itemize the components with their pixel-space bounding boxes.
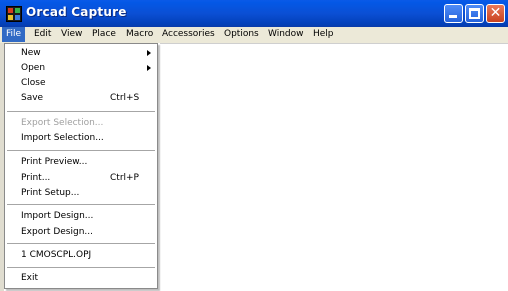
menu-place[interactable]: Place [88, 27, 120, 42]
menu-item-label: Export Selection... [21, 118, 104, 128]
close-button[interactable]: ✕ [486, 4, 505, 23]
menu-item-exit[interactable]: Exit [5, 271, 157, 286]
menu-item-label: Exit [21, 273, 39, 283]
menu-separator [7, 204, 155, 205]
close-icon: ✕ [489, 5, 502, 21]
menu-item-print-setup[interactable]: Print Setup... [5, 186, 157, 201]
menu-item-label: Close [21, 78, 46, 88]
menu-item-import-design[interactable]: Import Design... [5, 209, 157, 224]
menu-item-shortcut: Ctrl+P [110, 173, 139, 183]
menu-bar: File Edit View Place Macro Accessories O… [0, 27, 508, 43]
minimize-button[interactable] [444, 4, 463, 23]
menu-item-new[interactable]: New [5, 46, 157, 61]
menu-item-label: Import Selection... [21, 133, 104, 143]
submenu-arrow-icon [147, 50, 151, 56]
file-menu-dropdown: New Open Close Save Ctrl+S Export Select… [4, 43, 158, 289]
menu-item-label: Print Setup... [21, 188, 80, 198]
menu-item-shortcut: Ctrl+S [110, 93, 140, 103]
menu-item-export-selection: Export Selection... [5, 116, 157, 131]
menu-item-label: Open [21, 63, 46, 73]
submenu-arrow-icon [147, 65, 151, 71]
minimize-icon [449, 15, 457, 18]
app-icon[interactable] [6, 6, 22, 22]
maximize-button[interactable] [465, 4, 484, 23]
menu-item-open[interactable]: Open [5, 61, 157, 76]
menu-file[interactable]: File [2, 27, 26, 42]
menu-item-print-preview[interactable]: Print Preview... [5, 155, 157, 170]
menu-item-label: 1 CMOSCPL.OPJ [21, 250, 92, 260]
menu-item-label: Print Preview... [21, 157, 88, 167]
menu-separator [7, 111, 155, 112]
maximize-icon [469, 8, 480, 19]
menu-view[interactable]: View [57, 27, 86, 42]
menu-item-print[interactable]: Print... Ctrl+P [5, 171, 157, 186]
workspace-divider [160, 43, 508, 44]
menu-item-export-design[interactable]: Export Design... [5, 225, 157, 240]
menu-item-import-selection[interactable]: Import Selection... [5, 131, 157, 146]
menu-window[interactable]: Window [264, 27, 308, 42]
menu-separator [7, 150, 155, 151]
window-title: Orcad Capture [26, 5, 127, 19]
menu-item-close[interactable]: Close [5, 76, 157, 91]
menu-edit[interactable]: Edit [30, 27, 55, 42]
menu-macro[interactable]: Macro [122, 27, 157, 42]
menu-accessories[interactable]: Accessories [158, 27, 219, 42]
title-bar: Orcad Capture ✕ [0, 0, 508, 27]
menu-item-label: New [21, 48, 41, 58]
menu-help[interactable]: Help [309, 27, 338, 42]
menu-separator [7, 243, 155, 244]
menu-item-label: Save [21, 93, 44, 103]
menu-item-label: Import Design... [21, 211, 94, 221]
menu-item-label: Print... [21, 173, 51, 183]
menu-separator [7, 267, 155, 268]
menu-item-label: Export Design... [21, 227, 93, 237]
menu-options[interactable]: Options [220, 27, 263, 42]
menu-item-save[interactable]: Save Ctrl+S [5, 91, 157, 106]
menu-item-recent-1[interactable]: 1 CMOSCPL.OPJ [5, 248, 157, 263]
